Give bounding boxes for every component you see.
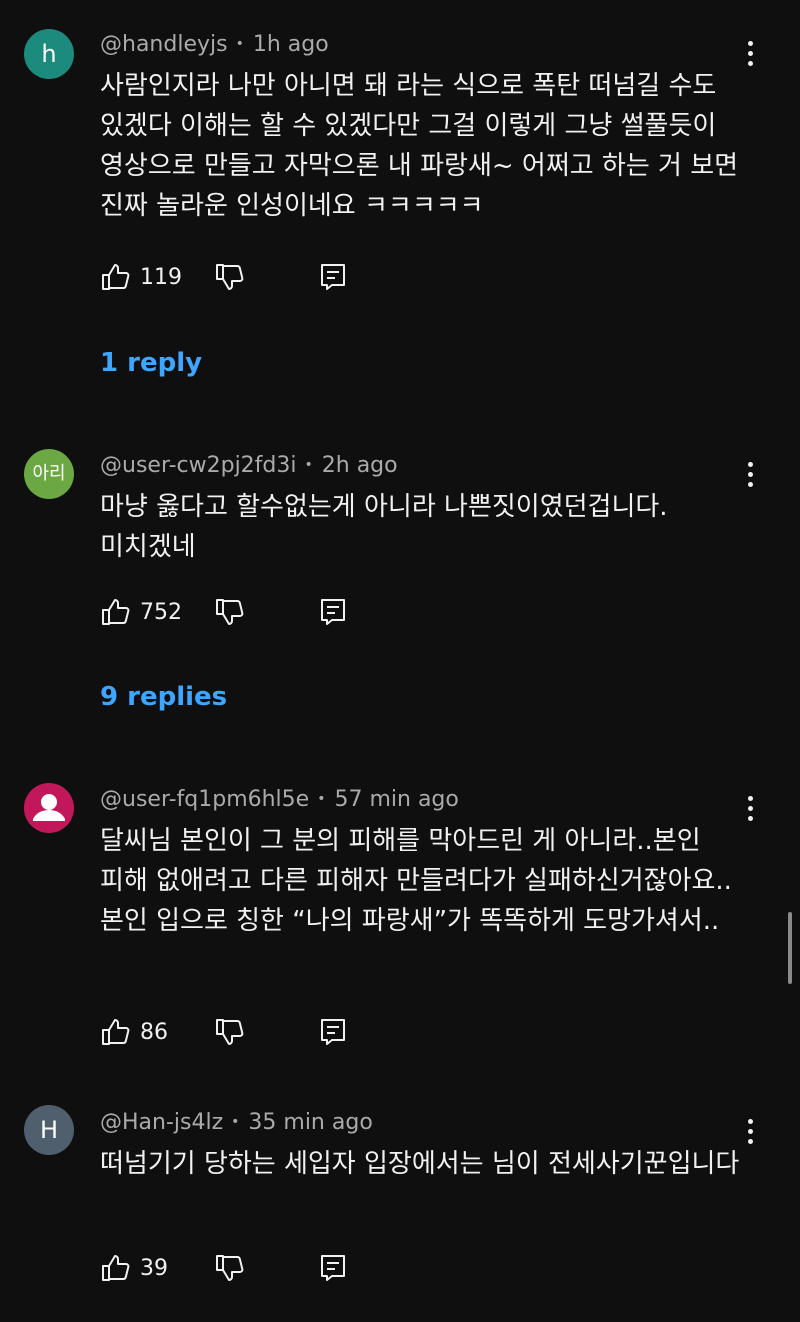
separator-dot: • [304, 457, 313, 473]
like-count: 752 [140, 599, 182, 625]
avatar[interactable] [24, 783, 74, 833]
thumbs-up-icon [102, 1019, 130, 1045]
view-replies-link[interactable]: 9 replies [100, 682, 227, 712]
avatar[interactable]: h [24, 29, 74, 79]
more-vertical-icon[interactable] [738, 456, 762, 492]
reply-comment-icon [321, 1255, 345, 1281]
avatar[interactable]: 아리 [24, 449, 74, 499]
scrollbar-thumb[interactable] [788, 912, 792, 984]
more-vertical-icon[interactable] [738, 790, 762, 826]
separator-dot: • [317, 791, 326, 807]
comment-actions: 86 [100, 1014, 345, 1050]
thumbs-down-icon [216, 264, 244, 290]
dislike-button[interactable] [214, 596, 246, 628]
like-count: 39 [140, 1255, 168, 1281]
avatar-initial: h [41, 40, 57, 68]
comment-text: 달씨님 본인이 그 분의 피해를 막아드린 게 아니라..본인 피해 없애려고 … [100, 826, 732, 936]
comment-time[interactable]: 57 min ago [334, 787, 458, 812]
like-button[interactable]: 39 [100, 1252, 168, 1284]
author-handle[interactable]: @handleyjs [100, 32, 228, 57]
thumbs-down-icon [216, 1019, 244, 1045]
avatar-initial: H [39, 1116, 59, 1144]
person-icon [33, 794, 65, 821]
comment-actions: 752 [100, 594, 345, 630]
comment-time[interactable]: 35 min ago [248, 1110, 372, 1135]
comment-text: 떠넘기기 당하는 세입자 입장에서는 님이 전세사기꾼입니다 [100, 1149, 740, 1179]
thumbs-down-icon [216, 1255, 244, 1281]
reply-comment-icon [321, 1019, 345, 1045]
reply-comment-icon [321, 264, 345, 290]
thumbs-up-icon [102, 264, 130, 290]
comment-meta: @user-cw2pj2fd3i • 2h ago [100, 453, 398, 478]
like-button[interactable]: 119 [100, 261, 182, 293]
comment-time[interactable]: 2h ago [322, 453, 398, 478]
reply-button[interactable] [317, 261, 349, 293]
separator-dot: • [235, 36, 244, 52]
reply-button[interactable] [317, 1252, 349, 1284]
separator-dot: • [231, 1114, 240, 1130]
comment-meta: @Han-js4lz • 35 min ago [100, 1110, 373, 1135]
comment-text: 사람인지라 나만 아니면 돼 라는 식으로 폭탄 떠넘길 수도 있겠다 이해는 … [100, 71, 739, 221]
author-handle[interactable]: @user-cw2pj2fd3i [100, 453, 297, 478]
more-vertical-icon[interactable] [738, 1113, 762, 1149]
dislike-button[interactable] [214, 1016, 246, 1048]
like-button[interactable]: 752 [100, 596, 182, 628]
dislike-button[interactable] [214, 261, 246, 293]
comment-text: 마냥 옳다고 할수없는게 아니라 나쁜짓이였던겁니다. 미치겠네 [100, 492, 668, 562]
author-handle[interactable]: @Han-js4lz [100, 1110, 223, 1135]
reply-comment-icon [321, 599, 345, 625]
thumbs-up-icon [102, 1255, 130, 1281]
reply-button[interactable] [317, 596, 349, 628]
comment-actions: 119 [100, 259, 345, 295]
view-replies-link[interactable]: 1 reply [100, 348, 202, 378]
like-count: 119 [140, 264, 182, 290]
like-button[interactable]: 86 [100, 1016, 168, 1048]
comment-time[interactable]: 1h ago [253, 32, 329, 57]
comment-actions: 39 [100, 1250, 345, 1286]
avatar-initial: 아리 [32, 463, 66, 484]
more-vertical-icon[interactable] [738, 35, 762, 71]
comment-meta: @handleyjs • 1h ago [100, 32, 329, 57]
dislike-button[interactable] [214, 1252, 246, 1284]
like-count: 86 [140, 1019, 168, 1045]
avatar[interactable]: H [24, 1105, 74, 1155]
reply-button[interactable] [317, 1016, 349, 1048]
comment-meta: @user-fq1pm6hl5e • 57 min ago [100, 787, 459, 812]
author-handle[interactable]: @user-fq1pm6hl5e [100, 787, 309, 812]
thumbs-down-icon [216, 599, 244, 625]
thumbs-up-icon [102, 599, 130, 625]
